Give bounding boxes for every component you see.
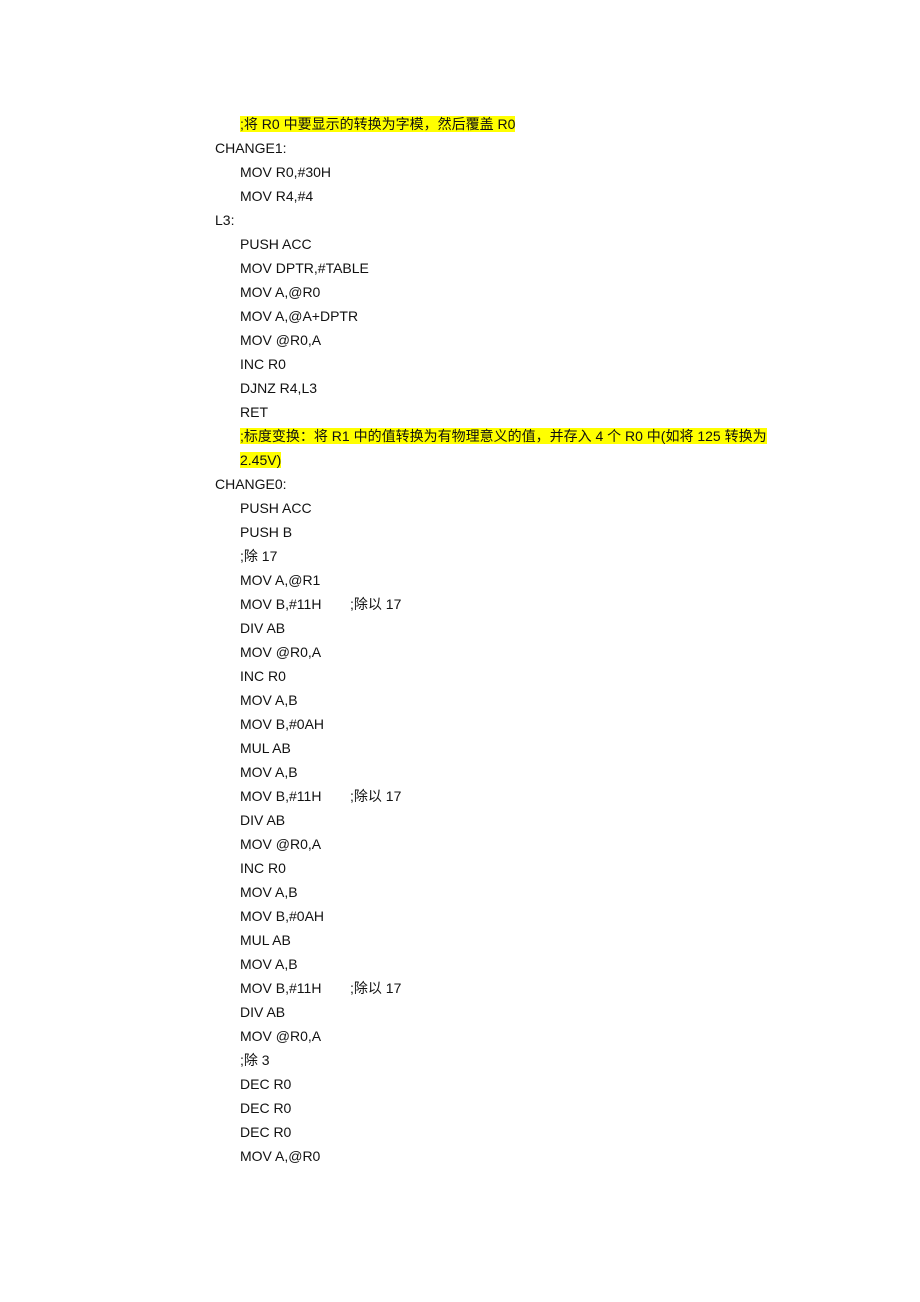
code-text: DJNZ R4,L3 — [240, 380, 318, 396]
code-line: DIV AB — [215, 616, 795, 640]
code-text: MUL AB — [240, 932, 291, 948]
code-text: MOV @R0,A — [240, 1028, 322, 1044]
code-line: INC R0 — [215, 664, 795, 688]
code-line: DIV AB — [215, 1000, 795, 1024]
code-text: INC R0 — [240, 356, 286, 372]
code-line: MOV @R0,A — [215, 328, 795, 352]
inline-comment: ;除以 17 — [350, 788, 402, 804]
code-line: MOV R0,#30H — [215, 160, 795, 184]
code-text: ;除 17 — [240, 548, 278, 564]
code-text: CHANGE0: — [215, 476, 287, 492]
code-text: MOV A,B — [240, 884, 298, 900]
code-line: MOV A,B — [215, 952, 795, 976]
code-line: INC R0 — [215, 856, 795, 880]
code-text: MOV B,#0AH — [240, 908, 325, 924]
document-page: ;将 R0 中要显示的转换为字模，然后覆盖 R0 CHANGE1: MOV R0,#… — [215, 112, 795, 1168]
code-text: PUSH ACC — [240, 500, 312, 516]
code-line: DJNZ R4,L3 — [215, 376, 795, 400]
highlighted-comment: ;标度变换：将 R1 中的值转换为有物理意义的值，并存入 4 个 R0 中(如将… — [215, 424, 788, 472]
inline-comment: ;除以 17 — [350, 596, 402, 612]
code-line: MOV B,#0AH — [215, 712, 795, 736]
code-line: ;除 17 — [215, 544, 795, 568]
code-line: MOV B,#11H ;除以 17 — [215, 592, 795, 616]
code-label: CHANGE1: — [215, 136, 795, 160]
code-line: MOV A,@R1 — [215, 568, 795, 592]
code-line: MOV A,@A+DPTR — [215, 304, 795, 328]
code-line: MOV A,B — [215, 688, 795, 712]
code-line: INC R0 — [215, 352, 795, 376]
code-text: MOV R0,#30H — [240, 164, 332, 180]
code-line: PUSH B — [215, 520, 795, 544]
code-text: CHANGE1: — [215, 140, 287, 156]
code-text: MOV B,#11H — [240, 788, 322, 804]
code-text: MOV A,B — [240, 956, 298, 972]
comment-text: ;标度变换：将 R1 中的值转换为有物理意义的值，并存入 4 个 R0 中(如将… — [240, 428, 767, 468]
code-text: ;除 3 — [240, 1052, 270, 1068]
code-text: MOV DPTR,#TABLE — [240, 260, 369, 276]
code-label: L3: — [215, 208, 795, 232]
code-text: RET — [240, 404, 268, 420]
code-text: L3: — [215, 212, 235, 228]
code-text: DIV AB — [240, 620, 286, 636]
code-line: PUSH ACC — [215, 496, 795, 520]
code-line: MOV A,@R0 — [215, 280, 795, 304]
code-text: PUSH B — [240, 524, 293, 540]
code-text: MUL AB — [240, 740, 291, 756]
code-line: DEC R0 — [215, 1120, 795, 1144]
code-text: MOV R4,#4 — [240, 188, 314, 204]
code-text: MOV A,B — [240, 692, 298, 708]
code-line: RET — [215, 400, 795, 424]
code-line: MOV A,@R0 — [215, 1144, 795, 1168]
code-text: MOV @R0,A — [240, 644, 322, 660]
code-line: MOV A,B — [215, 760, 795, 784]
code-line: MOV R4,#4 — [215, 184, 795, 208]
comment-text: ;将 R0 中要显示的转换为字模，然后覆盖 R0 — [240, 116, 516, 132]
code-text: INC R0 — [240, 860, 286, 876]
code-text: DIV AB — [240, 1004, 286, 1020]
code-line: MUL AB — [215, 736, 795, 760]
code-line: ;除 3 — [215, 1048, 795, 1072]
code-text: MOV B,#0AH — [240, 716, 325, 732]
code-line: MUL AB — [215, 928, 795, 952]
code-line: MOV @R0,A — [215, 832, 795, 856]
code-line: MOV @R0,A — [215, 640, 795, 664]
code-text: DEC R0 — [240, 1100, 292, 1116]
code-text: DEC R0 — [240, 1076, 292, 1092]
code-text: MOV A,B — [240, 764, 298, 780]
inline-comment: ;除以 17 — [350, 980, 402, 996]
code-text: INC R0 — [240, 668, 286, 684]
code-text: DIV AB — [240, 812, 286, 828]
code-line: MOV B,#0AH — [215, 904, 795, 928]
code-line: MOV DPTR,#TABLE — [215, 256, 795, 280]
code-line: MOV A,B — [215, 880, 795, 904]
highlighted-comment: ;将 R0 中要显示的转换为字模，然后覆盖 R0 — [215, 112, 795, 136]
code-text: MOV B,#11H — [240, 596, 322, 612]
code-text: MOV A,@R0 — [240, 284, 321, 300]
code-line: MOV @R0,A — [215, 1024, 795, 1048]
code-text: DEC R0 — [240, 1124, 292, 1140]
code-text: MOV A,@R1 — [240, 572, 321, 588]
code-line: DEC R0 — [215, 1072, 795, 1096]
code-text: MOV @R0,A — [240, 836, 322, 852]
code-text: MOV B,#11H — [240, 980, 322, 996]
code-line: DIV AB — [215, 808, 795, 832]
code-text: MOV @R0,A — [240, 332, 322, 348]
code-text: MOV A,@R0 — [240, 1148, 321, 1164]
code-label: CHANGE0: — [215, 472, 795, 496]
code-text: MOV A,@A+DPTR — [240, 308, 359, 324]
code-line: MOV B,#11H ;除以 17 — [215, 976, 795, 1000]
code-line: MOV B,#11H ;除以 17 — [215, 784, 795, 808]
code-line: DEC R0 — [215, 1096, 795, 1120]
code-text: PUSH ACC — [240, 236, 312, 252]
code-line: PUSH ACC — [215, 232, 795, 256]
